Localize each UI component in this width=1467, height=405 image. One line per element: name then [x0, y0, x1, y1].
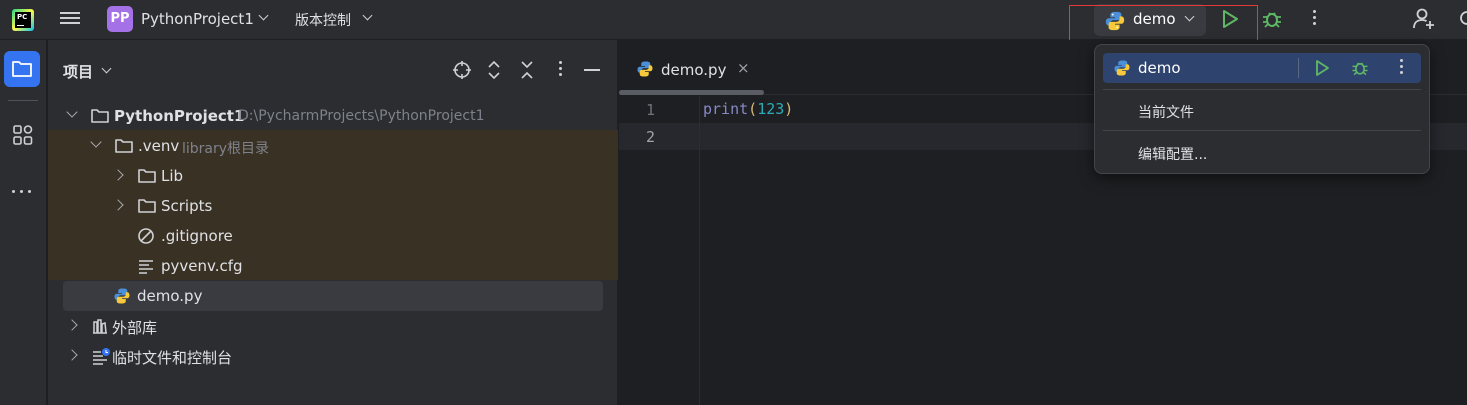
folder-icon: [138, 169, 156, 183]
tree-row-lib[interactable]: Lib: [48, 161, 618, 191]
tree-label: pyvenv.cfg: [161, 257, 243, 275]
chevron-right-icon[interactable]: [112, 169, 124, 181]
python-icon: [114, 288, 130, 304]
chevron-right-icon[interactable]: [112, 199, 124, 211]
panel-title[interactable]: 项目: [63, 61, 93, 82]
divider: [1298, 58, 1299, 78]
folder-icon: [12, 61, 32, 77]
add-user-icon[interactable]: [1411, 6, 1437, 32]
pycharm-logo-icon: PC: [12, 9, 34, 31]
code-paren: ): [784, 100, 794, 118]
text-file-icon: [139, 260, 153, 274]
tree-row-scripts[interactable]: Scripts: [48, 191, 618, 221]
tree-label: .venv: [138, 137, 180, 155]
tab-demo-py[interactable]: demo.py ×: [619, 40, 764, 95]
python-icon: [1114, 60, 1130, 76]
minimize-icon[interactable]: [584, 69, 600, 71]
close-icon[interactable]: ×: [737, 59, 750, 77]
chevron-right-icon[interactable]: [66, 319, 78, 331]
tab-label: demo.py: [661, 61, 727, 79]
line-number: 2: [645, 128, 655, 146]
more-tools-icon[interactable]: [12, 181, 31, 197]
tree-row-scratches[interactable]: 临时文件和控制台: [48, 341, 618, 371]
tree-label: 临时文件和控制台: [112, 349, 233, 367]
expand-all-icon[interactable]: [486, 59, 502, 81]
code-number: 123: [757, 100, 785, 118]
chevron-down-icon[interactable]: [362, 10, 373, 21]
project-badge[interactable]: PP: [107, 6, 133, 32]
structure-icon[interactable]: [11, 123, 35, 147]
tree-label: demo.py: [137, 287, 203, 305]
tree-row-gitignore[interactable]: .gitignore: [48, 221, 618, 251]
tree-row-demo-py[interactable]: demo.py: [63, 281, 603, 311]
scratches-icon: [93, 348, 110, 365]
chevron-right-icon[interactable]: [66, 349, 78, 361]
tab-scrollbar[interactable]: [619, 90, 764, 95]
dropdown-item-label: demo: [1138, 59, 1181, 77]
locate-icon[interactable]: [452, 60, 472, 80]
tree-label: PythonProject1: [114, 107, 245, 125]
more-actions-icon[interactable]: [1400, 59, 1403, 77]
chevron-down-icon[interactable]: [90, 136, 102, 148]
dropdown-item-demo[interactable]: demo: [1103, 53, 1421, 83]
code-paren: (: [748, 100, 758, 118]
tree-row-venv[interactable]: .venv library根目录: [48, 131, 618, 161]
tree-row-pyvenv-cfg[interactable]: pyvenv.cfg: [48, 251, 618, 281]
project-panel: 项目 PythonProject1 D:\PycharmProjects\Pyt…: [48, 40, 618, 405]
tree-label: Lib: [161, 167, 184, 185]
divider: [1103, 130, 1421, 131]
tree-label: Scripts: [161, 197, 213, 215]
vcs-menu[interactable]: 版本控制: [295, 10, 351, 30]
tree-row-project-root[interactable]: PythonProject1 D:\PycharmProjects\Python…: [48, 101, 618, 131]
chevron-down-icon[interactable]: [101, 63, 112, 74]
dropdown-item-label: 当前文件: [1138, 105, 1194, 121]
run-icon[interactable]: [1313, 59, 1331, 77]
collapse-all-icon[interactable]: [519, 59, 535, 81]
python-icon: [637, 61, 653, 77]
line-number: 1: [645, 101, 655, 119]
folder-icon: [138, 199, 156, 213]
tool-window-strip: [0, 40, 47, 405]
chevron-down-icon[interactable]: [66, 106, 78, 118]
ignore-file-icon: [138, 228, 154, 244]
dropdown-item-label: 编辑配置...: [1138, 147, 1208, 163]
title-bar: PC PP PythonProject1 版本控制 demo: [0, 0, 1467, 55]
debug-icon[interactable]: [1350, 58, 1370, 78]
code-function: print: [703, 100, 749, 118]
chevron-down-icon[interactable]: [258, 10, 269, 21]
gutter-divider: [699, 96, 700, 405]
tree-label: 外部库: [112, 319, 158, 337]
project-name[interactable]: PythonProject1: [141, 10, 254, 28]
run-icon[interactable]: [1219, 8, 1241, 30]
divider: [8, 100, 38, 101]
run-config-dropdown: demo 当前文件 编辑配置...: [1094, 44, 1430, 174]
dropdown-item-edit-config[interactable]: 编辑配置...: [1103, 138, 1421, 168]
debug-icon[interactable]: [1260, 7, 1284, 31]
tree-row-external-libs[interactable]: 外部库: [48, 311, 618, 341]
folder-icon: [91, 109, 109, 123]
panel-options-icon[interactable]: [559, 61, 562, 79]
project-tool-button[interactable]: [4, 51, 40, 87]
more-actions-icon[interactable]: [1313, 10, 1316, 28]
tree-hint: library根目录: [182, 141, 270, 157]
library-icon: [93, 319, 107, 334]
main-menu-icon[interactable]: [60, 9, 82, 29]
divider: [1103, 89, 1421, 90]
tree-hint: D:\PycharmProjects\PythonProject1: [238, 108, 485, 124]
dropdown-item-current-file[interactable]: 当前文件: [1103, 96, 1421, 126]
code-line-1[interactable]: print(123): [703, 100, 793, 118]
tree-label: .gitignore: [161, 227, 233, 245]
folder-icon: [115, 139, 133, 153]
search-icon[interactable]: [1457, 9, 1467, 29]
